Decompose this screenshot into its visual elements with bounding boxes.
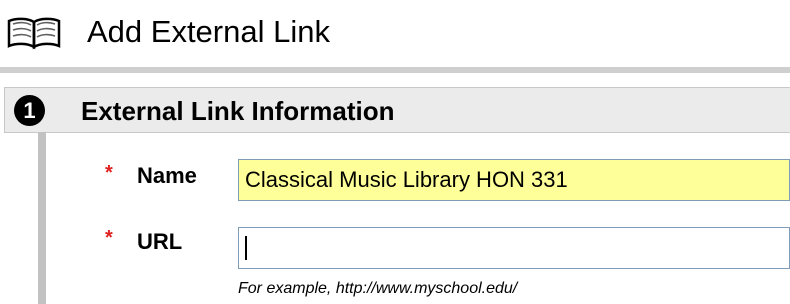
text-cursor [245,236,247,260]
page-title: Add External Link [87,14,330,49]
url-label: URL [137,229,183,254]
section-header: 1 External Link Information [4,87,790,133]
add-external-link-page: Add External Link 1 External Link Inform… [0,0,790,304]
url-help-text: For example, http://www.myschool.edu/ [238,280,518,297]
header-divider [0,67,790,73]
name-label: Name [137,163,197,188]
url-input[interactable] [238,227,790,269]
step-number-badge: 1 [14,95,45,126]
page-header: Add External Link [0,0,790,64]
section-title: External Link Information [81,96,395,126]
book-icon [6,16,62,50]
name-input[interactable] [238,159,790,201]
url-required-marker: * [105,227,113,249]
section-indent-bar [38,132,46,304]
name-required-marker: * [105,162,113,184]
